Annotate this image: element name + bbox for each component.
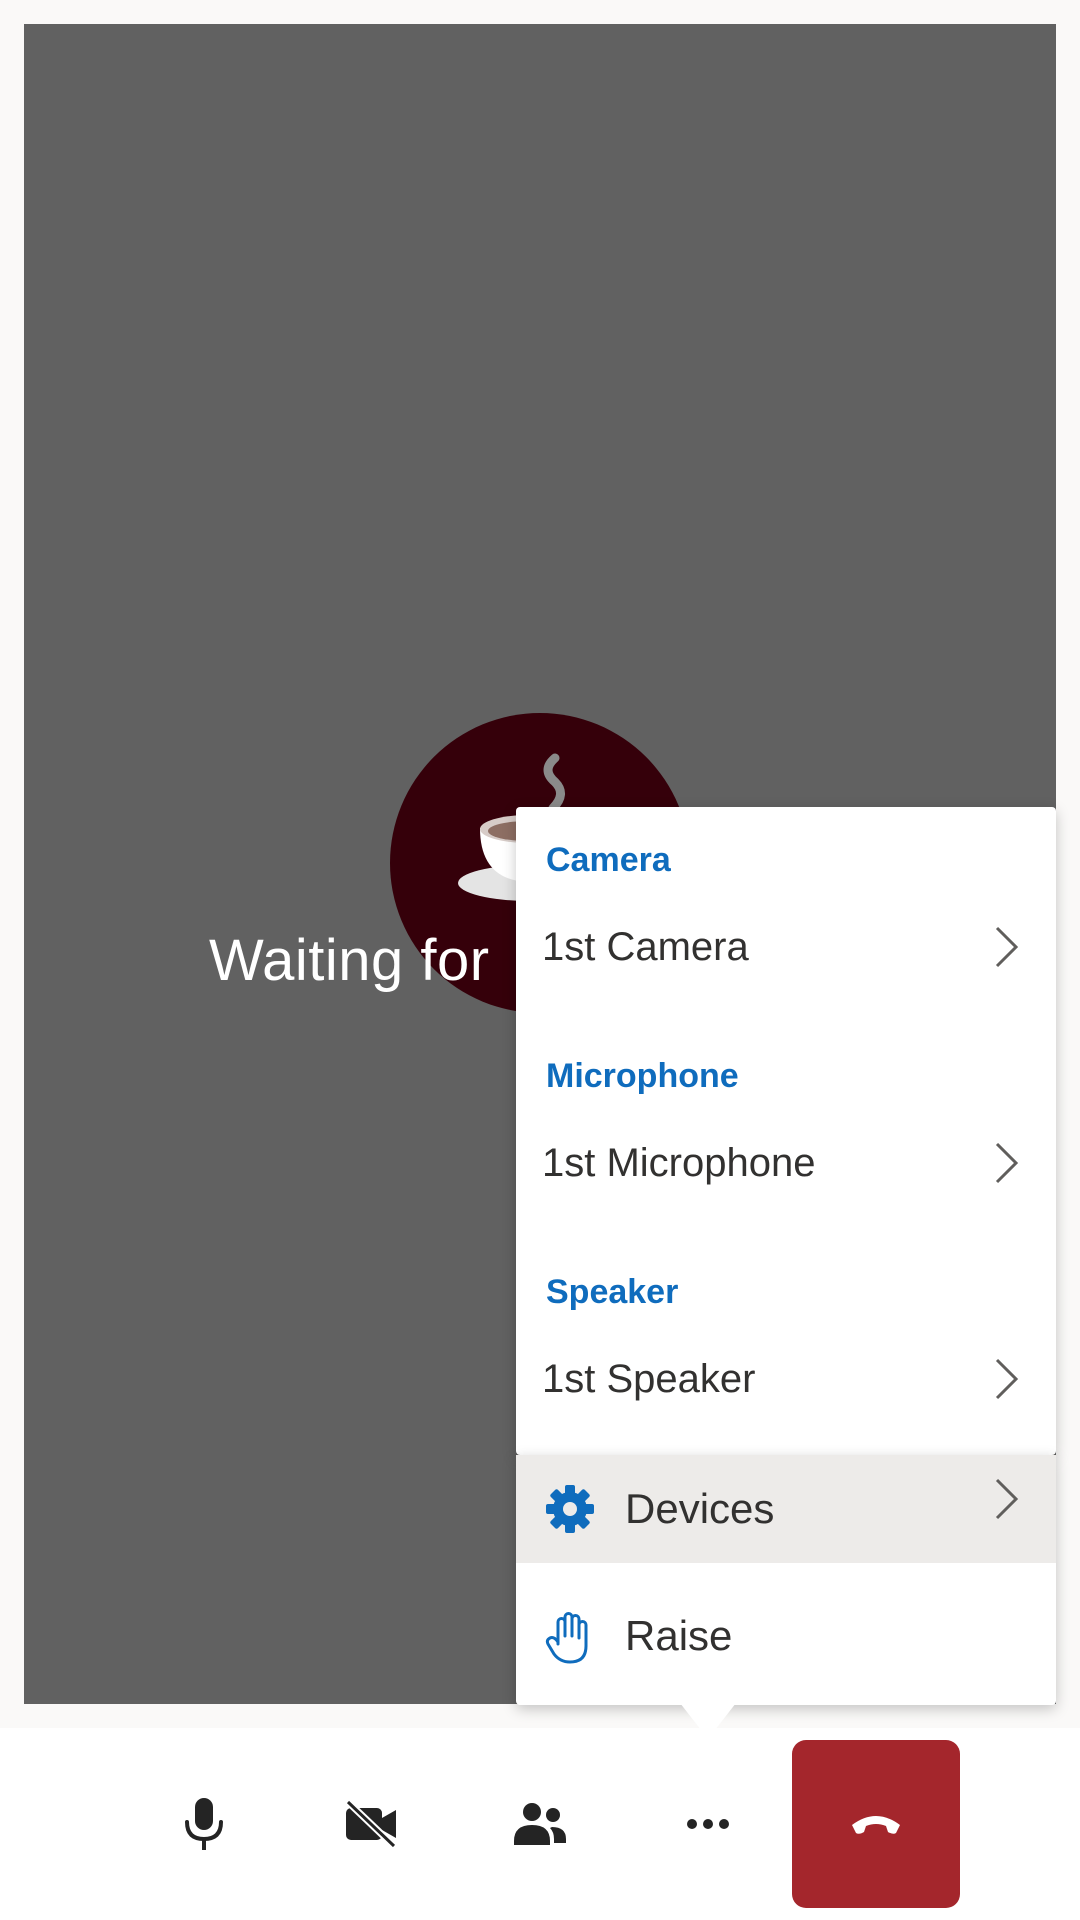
speaker-device-option[interactable]: 1st Speaker	[516, 1329, 1056, 1429]
people-icon	[514, 1803, 566, 1845]
waiting-text: Waiting for	[209, 928, 490, 993]
chevron-right-icon	[995, 1478, 1019, 1520]
microphone-device-label: 1st Microphone	[542, 1141, 816, 1185]
menu-item-raise[interactable]: Raise	[516, 1582, 1056, 1690]
microphone-icon	[185, 1798, 223, 1850]
camera-off-icon	[345, 1800, 397, 1848]
microphone-device-option[interactable]: 1st Microphone	[516, 1113, 1056, 1213]
menu-item-devices-label: Devices	[625, 1485, 775, 1532]
more-menu: Devices Raise	[516, 1455, 1056, 1705]
devices-submenu: Camera 1st Camera Microphone 1st Microph…	[516, 807, 1056, 1455]
more-icon	[687, 1819, 729, 1829]
speaker-device-label: 1st Speaker	[542, 1357, 756, 1401]
people-button[interactable]	[460, 1728, 620, 1920]
raise-hand-icon	[545, 1612, 588, 1664]
camera-section-title: Camera	[546, 841, 671, 879]
gear-icon	[546, 1485, 594, 1533]
more-button[interactable]	[628, 1728, 788, 1920]
speaker-section-title: Speaker	[546, 1273, 679, 1311]
microphone-button[interactable]	[124, 1728, 284, 1920]
menu-item-devices[interactable]: Devices	[516, 1455, 1056, 1563]
chevron-right-icon	[995, 1142, 1019, 1184]
chevron-right-icon	[995, 1358, 1019, 1400]
hangup-icon	[852, 1816, 900, 1834]
menu-item-raise-label: Raise	[625, 1612, 733, 1659]
camera-device-label: 1st Camera	[542, 925, 749, 969]
chevron-right-icon	[995, 926, 1019, 968]
microphone-section-title: Microphone	[546, 1057, 739, 1095]
hangup-button[interactable]	[792, 1740, 960, 1908]
camera-device-option[interactable]: 1st Camera	[516, 897, 1056, 997]
camera-button[interactable]	[292, 1728, 452, 1920]
